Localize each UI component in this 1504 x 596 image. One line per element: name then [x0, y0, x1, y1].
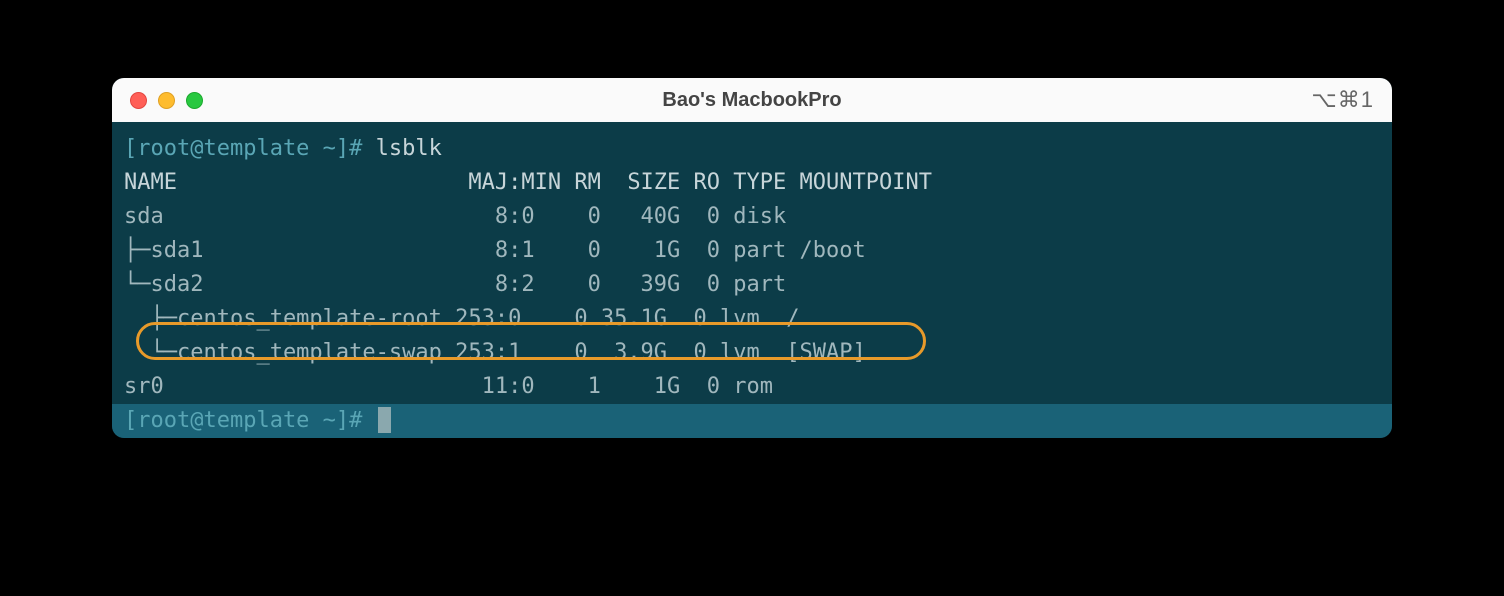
cursor-icon: [378, 407, 391, 433]
prompt-line-2: [root@template ~]#: [112, 404, 1392, 438]
close-icon[interactable]: [130, 92, 147, 109]
maximize-icon[interactable]: [186, 92, 203, 109]
titlebar[interactable]: Bao's MacbookPro ⌥⌘1: [112, 78, 1392, 122]
output-row: sr0 11:0 1 1G 0 rom: [112, 370, 1392, 404]
prompt-line-1: [root@template ~]# lsblk: [112, 132, 1392, 166]
minimize-icon[interactable]: [158, 92, 175, 109]
output-row: ├─centos_template-root 253:0 0 35.1G 0 l…: [112, 302, 1392, 336]
output-header: NAME MAJ:MIN RM SIZE RO TYPE MOUNTPOINT: [112, 166, 1392, 200]
output-row: sda 8:0 0 40G 0 disk: [112, 200, 1392, 234]
tab-shortcut: ⌥⌘1: [1311, 87, 1374, 113]
prompt-2: [root@template ~]#: [124, 408, 362, 433]
terminal-window: Bao's MacbookPro ⌥⌘1 [root@template ~]# …: [112, 78, 1392, 438]
output-row: ├─sda1 8:1 0 1G 0 part /boot: [112, 234, 1392, 268]
command: lsblk: [376, 136, 442, 161]
traffic-lights: [130, 92, 203, 109]
window-title: Bao's MacbookPro: [662, 89, 841, 112]
output-row-highlighted: └─centos_template-swap 253:1 0 3.9G 0 lv…: [112, 336, 1392, 370]
terminal-body[interactable]: [root@template ~]# lsblk NAME MAJ:MIN RM…: [112, 122, 1392, 438]
output-row: └─sda2 8:2 0 39G 0 part: [112, 268, 1392, 302]
prompt-1: [root@template ~]#: [124, 136, 362, 161]
